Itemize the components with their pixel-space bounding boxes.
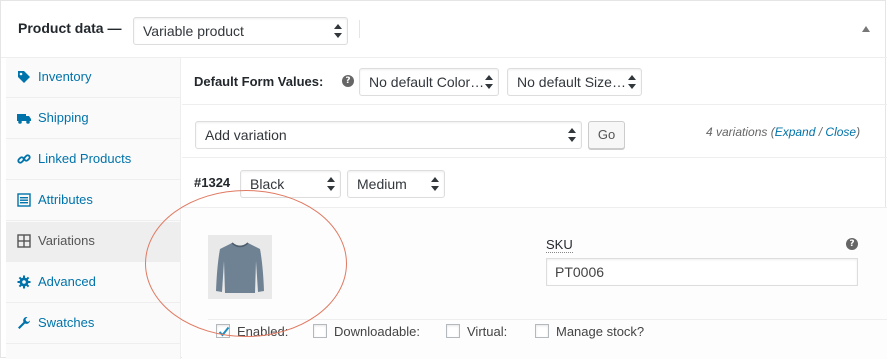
product-data-panel: Product data — Variable product Inventor… [0,0,887,359]
tab-swatches[interactable]: Swatches [6,304,181,344]
gear-icon [17,275,31,289]
tab-linked-products[interactable]: Linked Products [6,140,181,180]
virtual-checkbox[interactable] [446,324,460,338]
variations-count-text: 4 variations ( [706,125,775,139]
product-data-tabs: Inventory Shipping Linked Products Attri… [6,58,181,359]
tab-attributes[interactable]: Attributes [6,181,181,221]
tag-icon [18,71,30,83]
select-arrows-icon [628,74,636,90]
tab-shipping-label: Shipping [38,110,89,125]
select-arrows-icon [327,176,335,192]
default-form-values-label: Default Form Values: [194,74,324,89]
default-color-select[interactable]: No default Color… [359,68,499,96]
tab-inventory[interactable]: Inventory [6,58,181,98]
sku-label: SKU [546,237,573,253]
highlight-circle-annotation [145,190,347,337]
default-size-value: No default Size… [517,74,626,90]
variation-size-value: Medium [357,176,407,192]
product-data-title: Product data — [18,20,122,36]
truck-icon [17,114,31,124]
variation-id: #1324 [194,175,231,190]
list-icon [17,193,31,207]
manage-stock-label: Manage stock? [556,324,645,339]
help-icon[interactable]: ? [342,75,354,87]
variations-count-suffix: ) [856,125,861,139]
select-arrows-icon [568,127,576,143]
expand-link[interactable]: Expand [775,125,816,139]
variation-action-value: Add variation [205,127,287,143]
go-button[interactable]: Go [588,121,625,149]
select-arrows-icon [485,74,493,90]
close-link[interactable]: Close [825,125,856,139]
downloadable-label: Downloadable: [334,324,421,339]
link-separator: / [815,125,826,139]
tab-attributes-label: Attributes [38,192,93,207]
variation-action-select[interactable]: Add variation [195,121,582,149]
header-divider [359,20,360,38]
sku-help-icon[interactable]: ? [846,238,858,250]
default-color-value: No default Color… [369,74,485,90]
product-data-header: Product data — Variable product [1,1,887,58]
default-size-select[interactable]: No default Size… [507,68,642,96]
manage-stock-checkbox[interactable] [535,324,549,338]
tab-advanced-label: Advanced [38,274,96,289]
downloadable-checkbox[interactable] [313,324,327,338]
default-form-values-row: Default Form Values: ? No default Color…… [182,58,887,105]
tab-swatches-label: Swatches [38,315,95,330]
tab-shipping[interactable]: Shipping [6,99,181,139]
link-icon [17,154,31,164]
tab-variations-label: Variations [38,233,95,248]
variation-size-select[interactable]: Medium [347,170,445,198]
variations-count: 4 variations (Expand / Close) [706,125,860,139]
product-type-value: Variable product [143,23,244,39]
wrench-icon [18,317,30,329]
tab-linked-products-label: Linked Products [38,151,132,166]
grid-icon [17,234,31,248]
collapse-toggle-icon[interactable] [862,26,870,32]
virtual-label: Virtual: [467,324,508,339]
select-arrows-icon [431,176,439,192]
select-arrows-icon [334,23,342,39]
variation-options: Enabled: Downloadable: Virtual: Manage s… [208,319,887,344]
product-type-select[interactable]: Variable product [133,17,348,45]
sku-input[interactable]: PT0006 [546,258,858,286]
tab-inventory-label: Inventory [38,69,92,84]
